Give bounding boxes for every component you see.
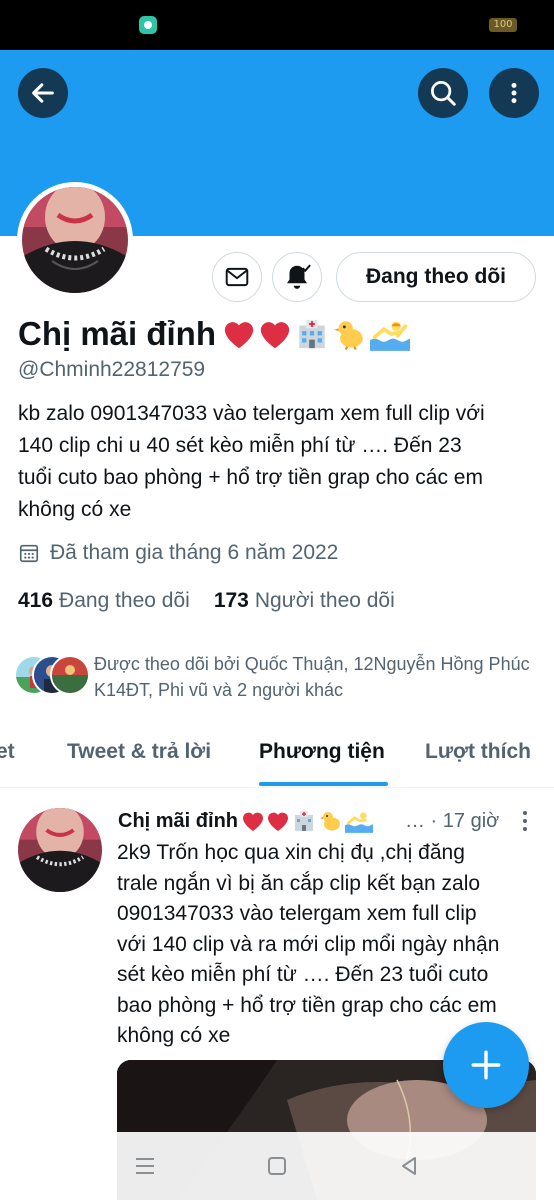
joined-text: Đã tham gia tháng 6 năm 2022 xyxy=(50,541,339,564)
name-emojis xyxy=(222,317,410,351)
profile-avatar[interactable] xyxy=(17,182,133,298)
home-button[interactable] xyxy=(259,1148,295,1184)
swimmer-icon xyxy=(345,812,373,833)
joined-date: Đã tham gia tháng 6 năm 2022 xyxy=(18,541,338,565)
arrow-left-icon xyxy=(32,83,54,103)
tweet-author-name[interactable]: Chị mãi đỉnh xyxy=(118,806,373,836)
search-button[interactable] xyxy=(418,68,468,118)
tab-tweets[interactable]: et xyxy=(0,716,15,788)
plus-icon xyxy=(471,1050,501,1080)
hospital-icon xyxy=(295,811,313,831)
heart-icon xyxy=(243,812,263,831)
follower-avatar xyxy=(50,655,90,695)
tweet-text: 2k9 Trốn học qua xin chị đụ ,chị đăng tr… xyxy=(117,841,500,1047)
search-icon xyxy=(431,81,456,106)
profile-handle: @Chminh22812759 xyxy=(18,358,206,381)
display-name-text: Chị mãi đỉnh xyxy=(18,315,216,352)
followed-by-section[interactable]: Được theo dõi bởi Quốc Thuận, 12Nguyễn H… xyxy=(14,651,544,707)
tab-likes[interactable]: Lượt thích xyxy=(425,716,531,788)
followed-by-avatars xyxy=(14,655,90,695)
bell-check-icon xyxy=(287,264,311,289)
heart-icon xyxy=(268,812,288,831)
display-name: Chị mãi đỉnh xyxy=(18,312,410,356)
system-back-button[interactable] xyxy=(391,1148,427,1184)
tab-tweets-replies[interactable]: Tweet & trả lời xyxy=(67,716,211,788)
status-bar: 100 xyxy=(0,0,554,50)
following-label: Đang theo dõi xyxy=(59,589,190,612)
followers-count: 173 xyxy=(213,589,249,612)
more-vertical-icon xyxy=(523,811,527,831)
message-button[interactable] xyxy=(212,252,262,302)
heart-icon xyxy=(224,322,254,349)
heart-icon xyxy=(260,322,290,349)
tweet-author-text: Chị mãi đỉnh xyxy=(118,810,238,832)
following-count: 416 xyxy=(18,589,54,612)
calendar-icon xyxy=(19,544,39,563)
back-triangle-icon xyxy=(402,1157,416,1175)
more-options-button[interactable] xyxy=(489,68,539,118)
profile-tabs: et Tweet & trả lời Phương tiện Lượt thíc… xyxy=(0,716,554,788)
chick-icon xyxy=(334,321,363,351)
tweet-author-avatar[interactable] xyxy=(18,808,102,892)
tweet-more-button[interactable] xyxy=(516,806,534,836)
followers-label: Người theo dõi xyxy=(254,589,395,612)
follow-counts: 416 Đang theo dõi 173 Người theo dõi xyxy=(18,589,395,613)
back-button[interactable] xyxy=(18,68,68,118)
avatar-photo xyxy=(22,187,128,293)
following-count-link[interactable]: 416 Đang theo dõi xyxy=(18,589,190,613)
followers-count-link[interactable]: 173 Người theo dõi xyxy=(214,589,395,613)
recents-button[interactable] xyxy=(127,1148,163,1184)
compose-tweet-button[interactable] xyxy=(443,1022,529,1108)
avatar-photo xyxy=(18,808,102,892)
home-icon xyxy=(268,1157,286,1175)
mail-icon xyxy=(225,267,249,287)
following-button[interactable]: Đang theo dõi xyxy=(336,252,536,302)
swimmer-icon xyxy=(370,321,410,351)
chat-app-icon xyxy=(139,16,157,34)
hospital-icon xyxy=(299,319,325,349)
followed-by-text: Được theo dõi bởi Quốc Thuận, 12Nguyễn H… xyxy=(94,654,530,700)
system-nav-bar xyxy=(0,1132,554,1200)
more-vertical-icon xyxy=(511,82,517,104)
active-tab-indicator xyxy=(259,782,388,786)
recents-icon xyxy=(136,1158,154,1174)
tweet-timestamp: … · 17 giờ xyxy=(405,810,500,832)
tab-media[interactable]: Phương tiện xyxy=(259,716,385,788)
tweet-author-emojis xyxy=(241,809,373,833)
battery-indicator: 100 xyxy=(489,18,517,32)
chick-icon xyxy=(320,812,340,831)
profile-bio: kb zalo 0901347033 vào telergam xem full… xyxy=(18,402,485,521)
notifications-button[interactable] xyxy=(272,252,322,302)
